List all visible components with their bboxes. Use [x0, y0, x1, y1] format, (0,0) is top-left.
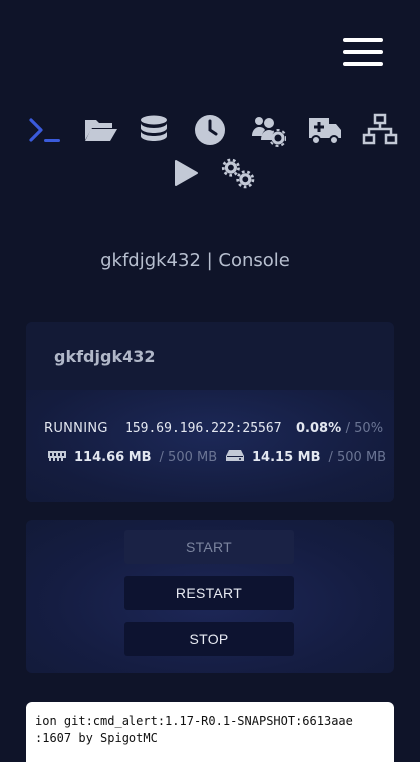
cpu-value: 0.08% — [296, 421, 342, 436]
disk-value: 14.15 MB — [252, 449, 321, 465]
play-icon[interactable] — [167, 155, 203, 191]
console-line: :1607 by SpigotMC — [35, 731, 158, 745]
memory-usage: 114.66 MB / 500 MB — [48, 449, 217, 465]
memory-limit: / 500 MB — [159, 449, 218, 465]
cpu-limit: / 50% — [345, 421, 384, 436]
ambulance-icon[interactable] — [307, 112, 343, 148]
console-line: ion git:cmd_alert:1.17-R0.1-SNAPSHOT:661… — [35, 714, 353, 728]
page-title: gkfdjgk432 | Console — [100, 250, 290, 271]
users-gear-icon[interactable] — [250, 112, 286, 148]
console-output[interactable]: ion git:cmd_alert:1.17-R0.1-SNAPSHOT:661… — [26, 702, 394, 762]
memory-icon — [48, 449, 66, 465]
menu-bar — [343, 38, 383, 42]
menu-bar — [343, 50, 383, 54]
server-stats: RUNNING 159.69.196.222:25567 0.08% / 50%… — [26, 390, 394, 502]
power-controls-card: START RESTART STOP — [26, 520, 394, 673]
gears-icon[interactable] — [221, 155, 257, 191]
menu-bar — [343, 62, 383, 66]
restart-button[interactable]: RESTART — [124, 576, 294, 610]
memory-value: 114.66 MB — [74, 449, 152, 465]
stats-row-status: RUNNING 159.69.196.222:25567 0.08% / 50% — [44, 421, 383, 436]
terminal-icon[interactable] — [27, 112, 63, 148]
cpu-usage: 0.08% / 50% — [296, 421, 383, 436]
status-badge: RUNNING — [44, 421, 108, 436]
disk-limit: / 500 MB — [328, 449, 387, 465]
network-icon[interactable] — [362, 112, 398, 148]
server-info-card: gkfdjgk432 RUNNING 159.69.196.222:25567 … — [26, 322, 394, 502]
hdd-icon — [226, 449, 244, 465]
stats-row-resources: 114.66 MB / 500 MB 14.15 MB / 500 MB — [48, 449, 388, 469]
disk-usage: 14.15 MB / 500 MB — [226, 449, 386, 465]
server-name: gkfdjgk432 — [26, 322, 394, 390]
folder-open-icon[interactable] — [82, 112, 118, 148]
clock-icon[interactable] — [192, 112, 228, 148]
start-button[interactable]: START — [124, 530, 294, 564]
database-icon[interactable] — [136, 112, 172, 148]
stop-button[interactable]: STOP — [124, 622, 294, 656]
hamburger-menu-icon[interactable] — [343, 38, 383, 66]
server-address[interactable]: 159.69.196.222:25567 — [125, 421, 282, 436]
